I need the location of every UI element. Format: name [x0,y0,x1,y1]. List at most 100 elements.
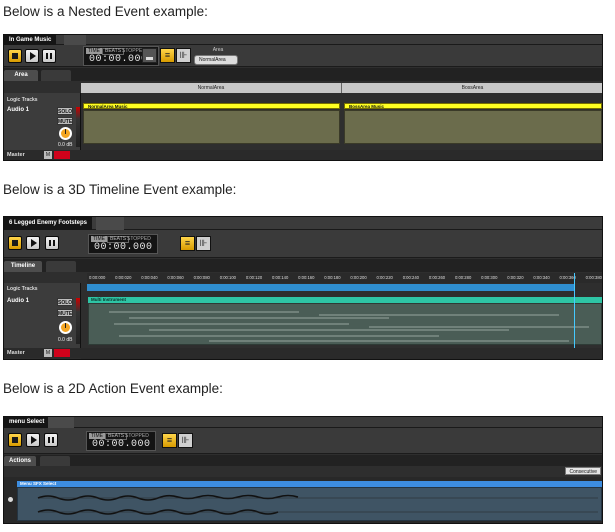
subtab-row: Area [4,68,602,81]
tab-add[interactable] [46,261,76,272]
caption-3d-timeline-event: Below is a 3D Timeline Event example: [3,182,237,197]
timeline-ruler[interactable]: 0:00:000 0:00:020 0:00:040 0:00:060 0:00… [87,273,602,283]
track-header-column: Logic Tracks Audio 1 SOLO MUTE 0.0 dB [4,283,81,348]
event-tab-menu-select[interactable]: menu Select [4,417,50,428]
stop-icon [12,240,18,246]
grid-view-icon[interactable]: ⊪ [196,236,211,251]
action-event-panel: menu Select TIME BEATS STOPPED 00:00.000… [3,416,603,524]
tick-label: 0:00:100 [219,275,237,280]
instrument-normal-area-music[interactable]: NormalArea Music [83,103,340,109]
area-parameter-value[interactable]: NormalArea [194,55,238,65]
grid-view-icon[interactable]: ⊪ [178,433,193,448]
caption-2d-action-event: Below is a 2D Action Event example: [3,381,223,396]
tick-label: 0:00:000 [89,275,106,280]
track-header-column: Logic Tracks Audio 1 SOLO MUTE 0.0 dB [4,93,81,150]
pause-button[interactable] [42,49,56,63]
event-tab-in-game-music[interactable]: In Game Music [4,35,57,45]
list-view-icon[interactable]: ≡ [162,433,177,448]
instrument-boss-area-music[interactable]: BossArea Music [344,103,602,109]
multi-instrument-body[interactable] [88,303,602,345]
new-tab-button[interactable] [96,217,124,230]
event-tab-footsteps[interactable]: 6 Legged Enemy Footsteps [4,217,93,230]
tab-add[interactable] [40,456,70,466]
play-icon [29,52,36,60]
grid-view-icon[interactable]: ⊪ [176,48,191,63]
transport-bar: TIME BEATS STOPPED 00:00.000 ≡ ⊪ [4,230,602,258]
pause-button[interactable] [45,236,59,250]
tick-label: 0:00:160 [298,275,315,280]
transport-bar: TIME BEATS STOPPED 00:00.000 ≡ ⊪ [4,428,602,454]
master-m-button[interactable]: M [44,151,52,159]
tick-label: 0:00:040 [141,275,158,280]
audio-track-name: Audio 1 [7,298,29,304]
audio-track-name: Audio 1 [7,107,29,113]
waveform-icon [109,311,589,342]
mute-button[interactable]: MUTE [57,117,73,125]
instrument-body-boss[interactable] [344,110,602,144]
playhead-marker[interactable] [574,273,575,348]
tick-label: 0:00:260 [428,275,446,280]
caption-nested-event: Below is a Nested Event example: [3,4,208,19]
playlist-mode-dropdown[interactable]: Consecutive [565,467,601,475]
tab-timeline[interactable]: Timeline [4,261,42,272]
play-button[interactable] [26,433,40,447]
region-boss-area[interactable]: BossArea [342,83,602,93]
loop-button[interactable] [142,48,157,63]
action-handle-icon[interactable] [8,497,13,502]
region-normal-area[interactable]: NormalArea [81,83,342,93]
tick-label: 0:00:060 [167,275,184,280]
new-tab-button[interactable] [64,35,86,45]
loop-region[interactable] [87,284,574,291]
action-instrument-body[interactable] [17,487,602,521]
play-button[interactable] [25,49,39,63]
tick-label: 0:00:300 [481,275,498,280]
tab-actions[interactable]: Actions [4,456,36,466]
tick-label: 0:00:380 [585,275,602,280]
pause-icon [46,53,52,59]
master-m-button[interactable]: M [44,349,52,357]
time-value: 00:00.000 [89,54,148,65]
tick-label: 0:00:180 [324,275,341,280]
master-lane [81,348,602,359]
subtab-row: Actions [4,455,602,466]
master-label: Master [7,350,25,356]
master-level-indicator [54,349,70,357]
volume-knob[interactable] [59,321,72,334]
new-tab-button[interactable] [48,417,74,428]
play-button[interactable] [26,236,40,250]
list-view-icon[interactable]: ≡ [160,48,175,63]
mute-button[interactable]: MUTE [57,309,73,317]
transport-bar: TIME BEATS STOPPED 00:00.000 ≡ ⊪ Area No… [4,45,602,67]
tick-label: 0:00:320 [507,275,524,280]
tab-area[interactable]: Area [4,70,38,81]
time-display: TIME BEATS STOPPED 00:00.000 [88,234,158,254]
master-label: Master [7,152,25,158]
tick-label: 0:00:020 [115,275,132,280]
solo-button[interactable]: SOLO [57,298,73,306]
tab-add[interactable] [41,70,71,81]
event-tab-row: 6 Legged Enemy Footsteps [4,217,602,230]
stop-button[interactable] [8,236,22,250]
event-tab-row: In Game Music [4,35,602,45]
logic-tracks-label: Logic Tracks [7,286,38,292]
tick-label: 0:00:120 [245,275,263,280]
instrument-body-normal[interactable] [83,110,340,144]
solo-button[interactable]: SOLO [57,107,73,115]
tick-label: 0:00:340 [533,275,550,280]
stop-icon [12,437,18,443]
list-view-icon[interactable]: ≡ [180,236,195,251]
pause-icon [49,240,55,246]
level-meter [76,107,80,147]
event-tab-row: menu Select [4,417,602,428]
area-parameter-label: Area [212,47,224,53]
volume-db: 0.0 dB [58,142,73,148]
volume-knob[interactable] [59,127,72,140]
stop-button[interactable] [8,49,22,63]
area-parameter: Area NormalArea [194,47,238,65]
tick-label: 0:00:140 [271,275,289,280]
nested-event-panel: In Game Music TIME BEATS STOPPED 00:00.0… [3,34,603,161]
pause-button[interactable] [44,433,58,447]
time-display: TIME BEATS STOPPED 00:00.000 [86,431,156,451]
stop-button[interactable] [8,433,22,447]
waveform-icon [37,494,598,515]
